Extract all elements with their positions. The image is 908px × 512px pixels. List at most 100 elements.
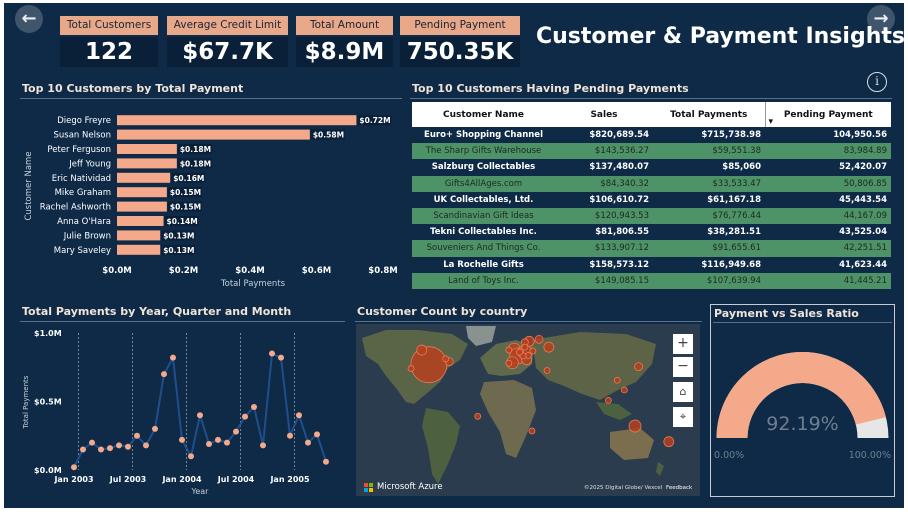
country-bubble[interactable] — [543, 341, 555, 353]
table-row[interactable]: Tekni Collectables Inc. $81,806.55 $38,281… — [412, 224, 891, 241]
table-row[interactable]: Gifts4AllAges.com $84,340.32 $33,533.47 50,… — [412, 175, 891, 192]
country-bubble[interactable] — [407, 365, 415, 372]
column-header-sales[interactable]: Sales — [555, 102, 653, 127]
country-bubble[interactable] — [505, 346, 513, 354]
y-axis-title: Total Payments — [22, 375, 30, 429]
cell-customer-name: La Rochelle Gifts — [412, 256, 555, 273]
country-bubble[interactable] — [534, 334, 544, 344]
line-point[interactable] — [278, 354, 284, 361]
line-point[interactable] — [98, 446, 104, 453]
line-point[interactable] — [296, 412, 302, 419]
line-point[interactable] — [260, 442, 266, 449]
column-header-total-payments[interactable]: Total Payments — [653, 102, 765, 127]
country-bubble[interactable] — [474, 412, 482, 420]
line-point[interactable] — [188, 453, 194, 460]
line-point[interactable] — [323, 458, 329, 465]
country-bubble[interactable] — [528, 427, 536, 435]
table-row[interactable]: La Rochelle Gifts $158,573.12 $116,949.68 4… — [412, 256, 891, 273]
country-bubble[interactable] — [613, 376, 621, 384]
zoom-out-button[interactable]: − — [673, 357, 693, 377]
gauge-title-underline — [713, 322, 892, 323]
column-header-customer-name[interactable]: Customer Name — [412, 102, 555, 127]
bar[interactable] — [117, 187, 167, 198]
country-bubble[interactable] — [663, 436, 675, 448]
compass-icon[interactable]: ⌖ — [673, 407, 693, 427]
cell-sales: $106,610.72 — [555, 191, 653, 208]
line-point[interactable] — [152, 425, 158, 432]
country-bubble[interactable] — [516, 348, 523, 356]
back-arrow-icon[interactable]: ← — [15, 5, 43, 33]
column-header-pending-payment[interactable]: Pending Payment ▾ — [764, 102, 891, 127]
line-point[interactable] — [242, 413, 248, 420]
country-bubble[interactable] — [505, 359, 513, 367]
bar[interactable] — [117, 129, 310, 140]
line-point[interactable] — [197, 412, 203, 419]
country-bubble[interactable] — [442, 355, 450, 363]
cell-sales: $133,907.12 — [555, 240, 653, 257]
cell-customer-name: Salzburg Collectables — [412, 159, 555, 176]
country-bubble[interactable] — [604, 396, 612, 404]
line-point[interactable] — [206, 440, 212, 447]
line-point[interactable] — [134, 432, 140, 439]
line-point[interactable] — [305, 439, 311, 446]
line-point[interactable] — [224, 439, 230, 446]
x-tick-label: $0.8M — [368, 266, 397, 276]
line-point[interactable] — [89, 439, 95, 446]
table-row[interactable]: Salzburg Collectables $137,480.07 $85,060 5… — [412, 159, 891, 176]
bar[interactable] — [117, 115, 357, 126]
country-bubble[interactable] — [529, 347, 537, 355]
line-point[interactable] — [233, 428, 239, 435]
country-bubble[interactable] — [416, 344, 428, 356]
page-title: Customer & Payment Insights — [536, 24, 905, 49]
bar[interactable] — [117, 244, 161, 255]
line-point[interactable] — [251, 403, 257, 410]
bar-category-label: Eric Natividad — [52, 174, 111, 184]
map-feedback-link[interactable]: Feedback — [666, 485, 692, 491]
country-bubble[interactable] — [620, 386, 628, 394]
country-bubble[interactable] — [410, 346, 448, 384]
country-bubble[interactable] — [543, 367, 551, 374]
zoom-in-button[interactable]: + — [673, 334, 693, 354]
table-row[interactable]: Euro+ Shopping Channel $820,689.54 $715,73… — [412, 127, 891, 144]
line-point[interactable] — [179, 436, 185, 443]
line-point[interactable] — [71, 464, 77, 471]
line-point[interactable] — [125, 443, 131, 450]
line-point[interactable] — [116, 442, 122, 449]
line-point[interactable] — [215, 436, 221, 443]
bar[interactable] — [117, 158, 177, 169]
line-point[interactable] — [314, 431, 320, 438]
dashboard-canvas: ← → Total Customers 122 Average Credit L… — [0, 0, 908, 512]
x-tick-label: $0.4M — [235, 266, 264, 276]
bar[interactable] — [117, 230, 161, 241]
bar[interactable] — [117, 216, 164, 226]
sort-descending-icon[interactable]: ▾ — [769, 117, 774, 127]
info-icon[interactable]: i — [867, 72, 887, 92]
line-point[interactable] — [269, 350, 275, 357]
table-row[interactable]: Land of Toys Inc. $149,085.15 $107,639.94 4… — [412, 272, 891, 289]
bar[interactable] — [117, 144, 177, 154]
reset-view-button[interactable]: ⌂ — [673, 382, 693, 402]
country-bubble[interactable] — [628, 419, 642, 433]
line-point[interactable] — [287, 432, 293, 439]
table-row[interactable]: Souveniers And Things Co. $133,907.12 $91,… — [412, 240, 891, 257]
customer-country-map[interactable]: + − ⌂ ⌖ Microsoft Azure ©2025 Digital Gl… — [356, 324, 700, 496]
bar[interactable] — [117, 172, 171, 183]
y-tick-label: $1.0M — [34, 329, 62, 338]
table-row[interactable]: UK Collectables, Ltd. $106,610.72 $61,167.… — [412, 191, 891, 208]
cell-customer-name: UK Collectables, Ltd. — [412, 191, 555, 208]
kpi-label-total-amount: Total Amount — [296, 16, 393, 35]
bar-category-label: Julie Brown — [63, 231, 111, 241]
pending-payments-table: Customer Name Sales Total Payments Pendi… — [412, 102, 891, 289]
country-bubble[interactable] — [521, 343, 529, 351]
line-point[interactable] — [143, 442, 149, 449]
line-point[interactable] — [80, 446, 86, 453]
table-row[interactable]: Scandinavian Gift Ideas $120,943.53 $76,77… — [412, 207, 891, 225]
line-point[interactable] — [107, 445, 113, 452]
table-row[interactable]: The Sharp Gifts Warehouse $143,536.27 $59,… — [412, 143, 891, 160]
line-point[interactable] — [170, 354, 176, 361]
x-tick-label: $0.6M — [302, 266, 331, 276]
cell-sales: $158,573.12 — [555, 256, 653, 273]
bar[interactable] — [117, 201, 167, 212]
line-point[interactable] — [161, 371, 167, 378]
country-bubble[interactable] — [634, 362, 643, 372]
